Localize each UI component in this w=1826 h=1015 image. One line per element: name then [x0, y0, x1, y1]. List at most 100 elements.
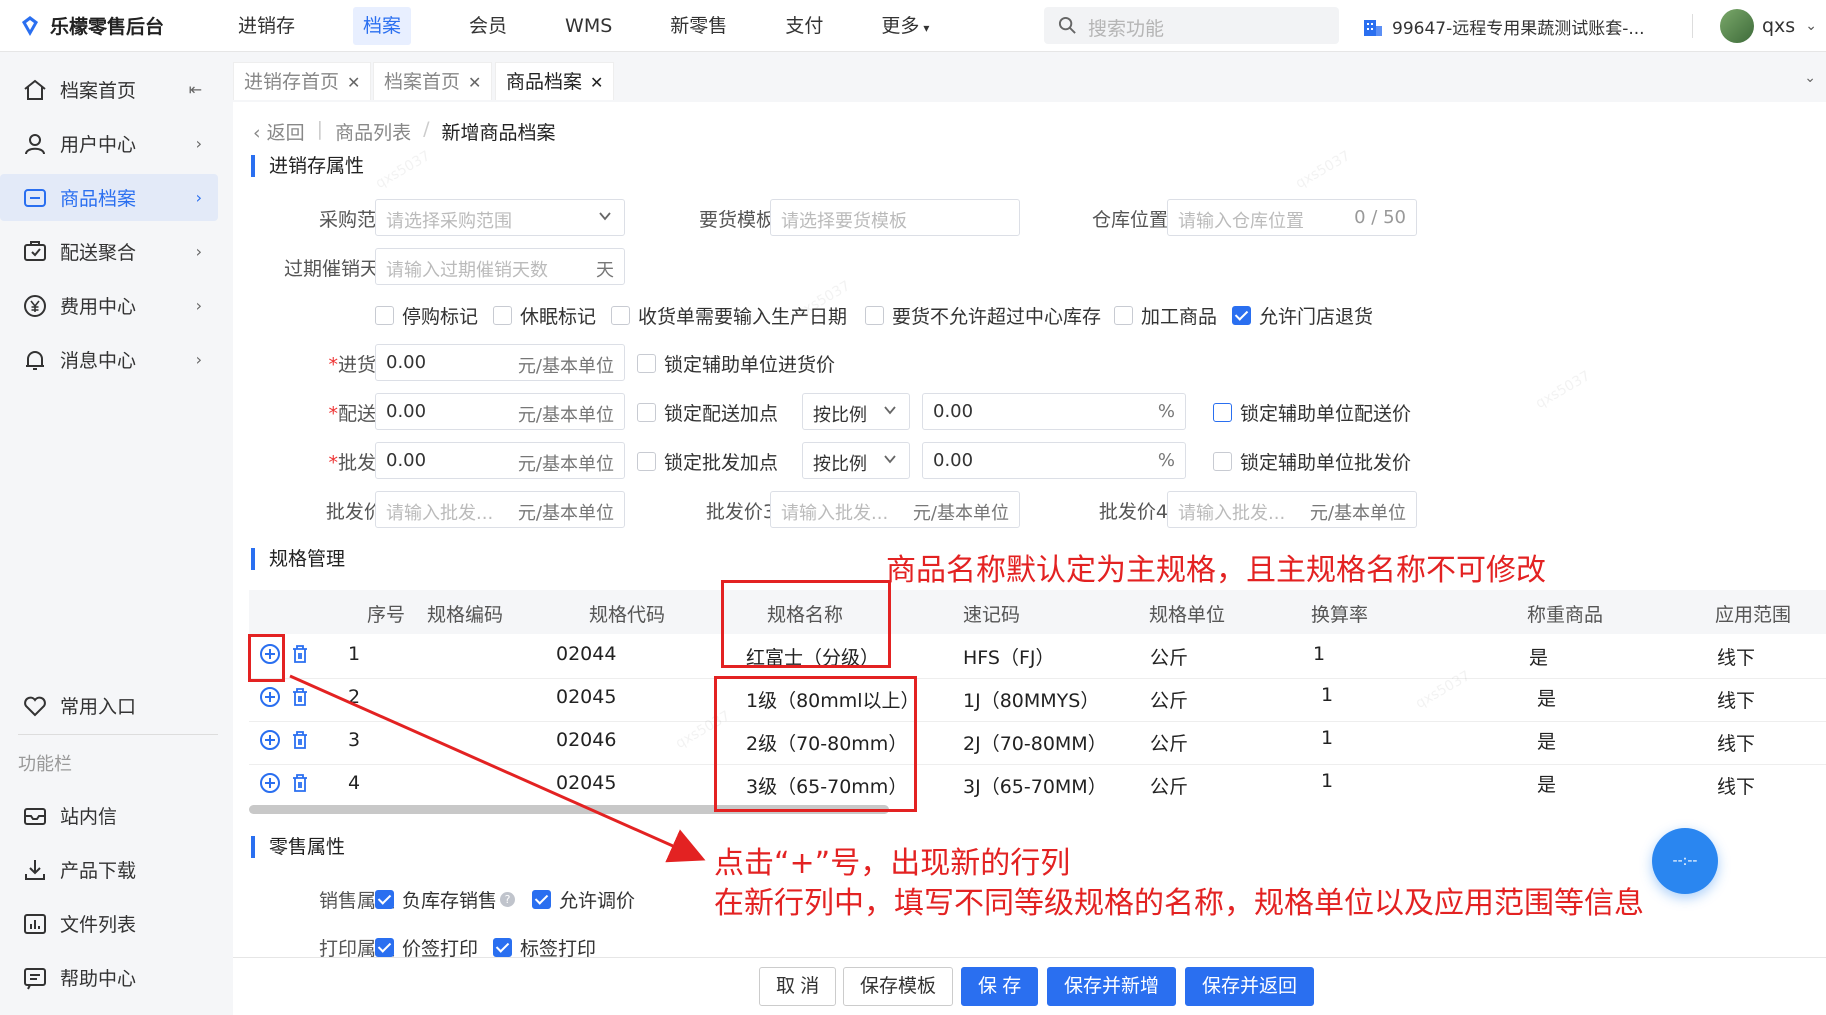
purchase-scope-select[interactable]: 请选择采购范围	[375, 199, 625, 236]
watermark: qxs5037	[1413, 668, 1474, 712]
delivery-rate-input[interactable]: 0.00 %	[922, 393, 1186, 430]
save-and-return-button[interactable]: 保存并返回	[1185, 967, 1315, 1006]
cancel-button[interactable]: 取 消	[759, 967, 837, 1006]
checkbox[interactable]	[375, 306, 394, 325]
checkbox-checked[interactable]	[375, 938, 394, 957]
wholesale2-input[interactable]: 请输入批发... 元/基本单位	[375, 491, 625, 528]
top-bar: 乐檬零售后台 进销存 档案 会员 WMS 新零售 支付 更多 ▾ 搜索功能 996…	[0, 0, 1826, 52]
add-row-icon[interactable]	[259, 686, 281, 708]
sidebar-item-archive-home[interactable]: 档案首页 ⇤	[0, 66, 218, 113]
lock-aux-purchase[interactable]: 锁定辅助单位进货价	[637, 350, 835, 377]
add-row-icon[interactable]	[259, 729, 281, 751]
sidebar-item-product-archive[interactable]: 商品档案 ›	[0, 174, 218, 221]
breadcrumb-sep: /	[423, 118, 430, 140]
print-label-tag[interactable]: 标签打印	[493, 934, 596, 957]
help-circle-icon[interactable]: ?	[500, 892, 516, 907]
checkbox[interactable]	[865, 306, 884, 325]
delivery-mode-select[interactable]: 按比例	[802, 393, 910, 430]
tab-product-archive[interactable]: 商品档案 ✕	[495, 62, 615, 100]
delivery-price-input[interactable]: 0.00 元/基本单位	[375, 393, 625, 430]
sidebar-item-file-list[interactable]: 文件列表	[0, 900, 218, 947]
lock-wholesale-markup[interactable]: 锁定批发加点	[637, 448, 778, 475]
search-box[interactable]: 搜索功能	[1044, 7, 1339, 44]
sales-allow-adjust[interactable]: 允许调价	[532, 886, 635, 913]
checkbox-checked[interactable]	[1232, 306, 1251, 325]
annotation-bottom-1: 点击“+”号，出现新的行列	[714, 846, 1071, 881]
order-template-label: 要货模板	[698, 209, 775, 231]
nav-archive[interactable]: 档案	[335, 0, 429, 52]
save-button[interactable]: 保 存	[961, 967, 1039, 1006]
checkbox[interactable]	[1114, 306, 1133, 325]
wholesale4-input[interactable]: 请输入批发... 元/基本单位	[1167, 491, 1417, 528]
flag-no-exceed-stock[interactable]: 要货不允许超过中心库存	[865, 302, 1101, 329]
sidebar-item-fee-center[interactable]: 费用中心 ›	[0, 282, 218, 329]
checkbox[interactable]	[493, 306, 512, 325]
checkbox[interactable]	[637, 354, 656, 373]
section-title-inventory: 进销存属性	[251, 155, 364, 177]
checkbox[interactable]	[1213, 452, 1232, 471]
sidebar-item-help[interactable]: 帮助中心	[0, 954, 218, 1001]
save-and-new-button[interactable]: 保存并新增	[1047, 967, 1177, 1006]
wholesale-rate-input[interactable]: 0.00 %	[922, 442, 1186, 479]
breadcrumb-list[interactable]: 商品列表	[335, 118, 411, 145]
close-icon[interactable]: ✕	[347, 73, 360, 92]
back-link[interactable]: ‹ 返回	[253, 118, 305, 145]
lock-aux-delivery[interactable]: 锁定辅助单位配送价	[1213, 399, 1411, 426]
nav-jxc[interactable]: 进销存	[220, 0, 313, 52]
nav-member[interactable]: 会员	[451, 0, 525, 52]
checkbox[interactable]	[637, 403, 656, 422]
chart-icon	[24, 913, 46, 934]
checkbox[interactable]	[1213, 403, 1232, 422]
sidebar-item-common[interactable]: 常用入口	[0, 682, 218, 729]
tab-archive-home[interactable]: 档案首页 ✕	[373, 62, 493, 100]
checkbox-checked[interactable]	[532, 890, 551, 909]
delete-row-icon[interactable]	[289, 729, 311, 751]
nav-more[interactable]: 更多 ▾	[863, 0, 947, 52]
flag-dormant[interactable]: 休眠标记	[493, 302, 596, 329]
delete-row-icon[interactable]	[289, 643, 311, 665]
flag-processed[interactable]: 加工商品	[1114, 302, 1217, 329]
lock-aux-wholesale[interactable]: 锁定辅助单位批发价	[1213, 448, 1411, 475]
warehouse-input[interactable]: 请输入仓库位置 0 / 50	[1167, 199, 1417, 236]
floating-action-button[interactable]: --:--	[1652, 828, 1718, 894]
add-row-icon[interactable]	[259, 772, 281, 794]
sidebar-item-message-center[interactable]: 消息中心 ›	[0, 336, 218, 383]
sidebar-item-delivery[interactable]: 配送聚合 ›	[0, 228, 218, 275]
close-icon[interactable]: ✕	[468, 73, 481, 92]
delete-row-icon[interactable]	[289, 686, 311, 708]
user-menu[interactable]: qxs ⌄	[1720, 9, 1817, 43]
nav-wms[interactable]: WMS	[547, 0, 630, 52]
checkbox[interactable]	[637, 452, 656, 471]
download-icon	[25, 859, 45, 880]
yen-icon	[24, 294, 46, 317]
nav-new-retail[interactable]: 新零售	[652, 0, 745, 52]
divider	[1692, 14, 1693, 38]
checkbox[interactable]	[611, 306, 630, 325]
wholesale3-input[interactable]: 请输入批发... 元/基本单位	[770, 491, 1020, 528]
app-logo[interactable]: 乐檬零售后台	[18, 12, 164, 39]
close-icon[interactable]: ✕	[590, 73, 603, 92]
print-price-tag[interactable]: 价签打印	[375, 934, 478, 957]
nav-payment[interactable]: 支付	[767, 0, 841, 52]
save-template-button[interactable]: 保存模板	[843, 967, 954, 1006]
sidebar-item-download[interactable]: 产品下载	[0, 846, 218, 893]
purchase-price-input[interactable]: 0.00 元/基本单位	[375, 344, 625, 381]
tab-jxc-home[interactable]: 进销存首页 ✕	[233, 62, 372, 100]
checkbox-checked[interactable]	[375, 890, 394, 909]
delete-row-icon[interactable]	[289, 772, 311, 794]
wholesale-mode-select[interactable]: 按比例	[802, 442, 910, 479]
expire-days-input[interactable]: 请输入过期催销天数 天	[375, 248, 625, 285]
flag-allow-return[interactable]: 允许门店退货	[1232, 302, 1373, 329]
account-switcher[interactable]: 99647-远程专用果蔬测试账套-...	[1362, 14, 1645, 39]
order-template-select[interactable]: 请选择要货模板	[770, 199, 1020, 236]
sidebar-item-inbox[interactable]: 站内信	[0, 792, 218, 839]
chevron-down-icon[interactable]: ⌄	[1804, 70, 1816, 86]
collapse-sidebar-icon[interactable]: ⇤	[189, 80, 202, 99]
flag-stop-purchase[interactable]: 停购标记	[375, 302, 478, 329]
checkbox-checked[interactable]	[493, 938, 512, 957]
wholesale-price-input[interactable]: 0.00 元/基本单位	[375, 442, 625, 479]
chevron-down-icon	[599, 212, 611, 221]
lock-delivery-markup[interactable]: 锁定配送加点	[637, 399, 778, 426]
sidebar-item-user-center[interactable]: 用户中心 ›	[0, 120, 218, 167]
sales-negative-stock[interactable]: 负库存销售?	[375, 886, 516, 913]
